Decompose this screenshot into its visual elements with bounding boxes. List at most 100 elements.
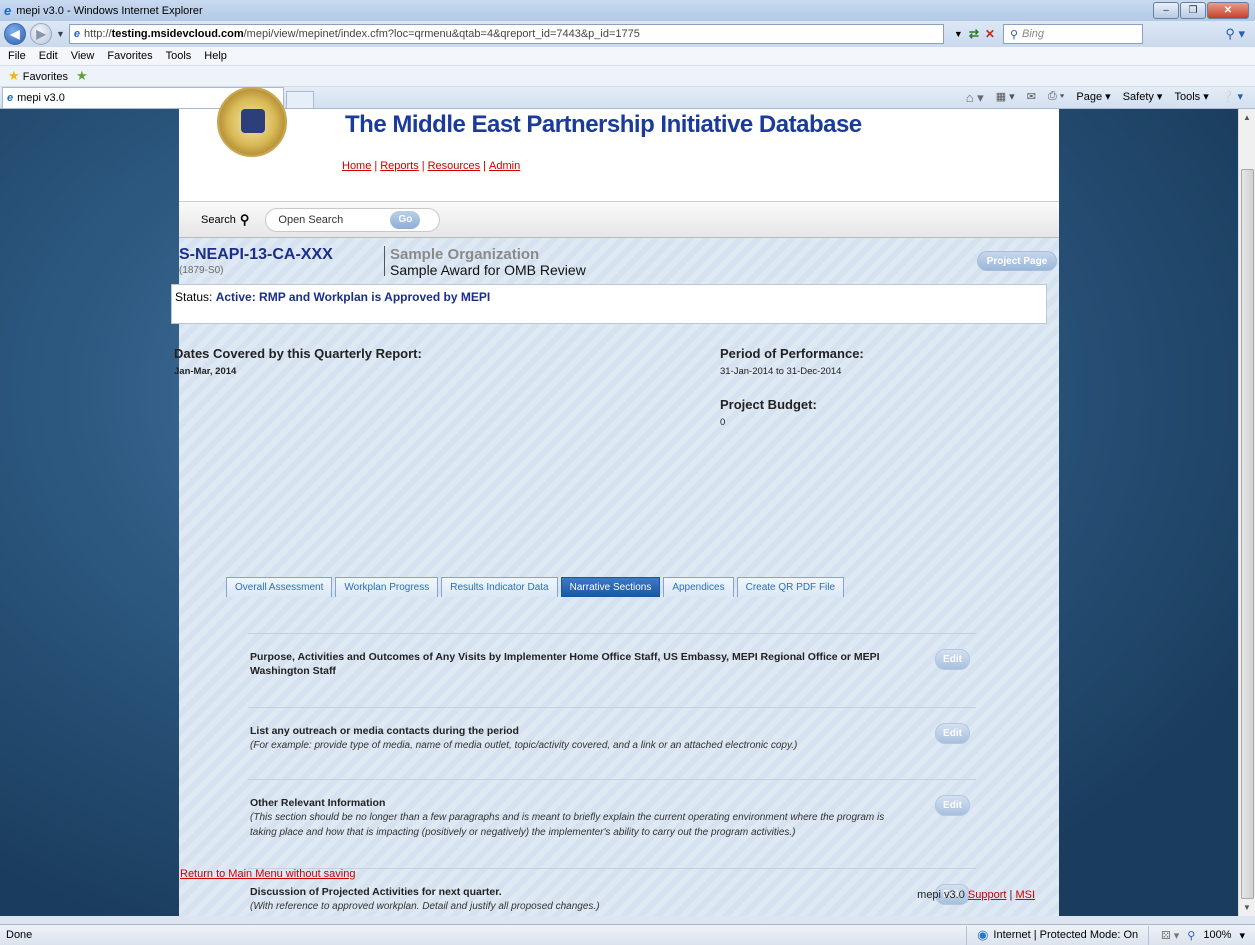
tab-results-indicator-data[interactable]: Results Indicator Data bbox=[441, 577, 558, 597]
close-button[interactable]: ✕ bbox=[1207, 2, 1249, 19]
scroll-up-icon[interactable]: ▲ bbox=[1243, 113, 1251, 122]
dates-covered-label: Dates Covered by this Quarterly Report: bbox=[174, 346, 422, 361]
new-tab-button[interactable] bbox=[286, 91, 314, 108]
nav-home[interactable]: Home bbox=[342, 160, 371, 172]
maximize-button[interactable]: ❐ bbox=[1180, 2, 1206, 19]
security-zone[interactable]: ◉ Internet | Protected Mode: On bbox=[966, 925, 1148, 945]
tab-workplan-progress[interactable]: Workplan Progress bbox=[335, 577, 439, 597]
site-header: The Middle East Partnership Initiative D… bbox=[179, 87, 1059, 201]
page-viewport: The Middle East Partnership Initiative D… bbox=[0, 87, 1255, 916]
tab-appendices[interactable]: Appendices bbox=[663, 577, 734, 597]
zoom-control[interactable]: ⚄ ▾ ⚲ 100% ▾ bbox=[1148, 925, 1255, 945]
award-divider bbox=[384, 246, 385, 276]
forward-button[interactable]: ▶ bbox=[30, 23, 52, 45]
menu-file[interactable]: File bbox=[8, 50, 26, 62]
section-projected-activities: Discussion of Projected Activities for n… bbox=[248, 868, 976, 928]
page-icon: e bbox=[73, 28, 81, 40]
browser-statusbar: Done ◉ Internet | Protected Mode: On ⚄ ▾… bbox=[0, 924, 1255, 945]
refresh-icon[interactable]: ⇄ bbox=[969, 27, 979, 41]
award-id: S-NEAPI-13-CA-XXX bbox=[179, 246, 333, 263]
status-text: Done bbox=[6, 929, 33, 941]
section-title: Discussion of Projected Activities for n… bbox=[250, 886, 502, 898]
tab-overall-assessment[interactable]: Overall Assessment bbox=[226, 577, 333, 597]
minimize-button[interactable]: – bbox=[1153, 2, 1179, 19]
protected-mode-icon: ⚄ ▾ bbox=[1161, 929, 1180, 942]
zoom-dropdown-icon[interactable]: ▾ bbox=[1239, 929, 1245, 942]
go-button[interactable]: Go bbox=[390, 210, 421, 229]
award-header: S-NEAPI-13-CA-XXX (1879-S0) Sample Organ… bbox=[179, 238, 1059, 280]
report-details: Dates Covered by this Quarterly Report: … bbox=[174, 324, 1059, 434]
project-page-button[interactable]: Project Page bbox=[977, 251, 1057, 271]
address-tools: ▼ ⇄ ✕ bbox=[954, 27, 995, 41]
address-row: ◀ ▶ ▼ e http://testing.msidevcloud.com/m… bbox=[0, 21, 1255, 47]
status-value: Active: RMP and Workplan is Approved by … bbox=[215, 290, 491, 304]
back-button[interactable]: ◀ bbox=[4, 23, 26, 45]
zone-text: Internet | Protected Mode: On bbox=[993, 929, 1139, 941]
edit-button[interactable]: Edit bbox=[935, 795, 970, 816]
favorites-bar: ★ Favorites ★ bbox=[0, 66, 1255, 87]
menu-tools[interactable]: Tools bbox=[166, 50, 192, 62]
print-icon[interactable]: ⎙ ▾ bbox=[1048, 90, 1064, 106]
add-favorite-icon[interactable]: ★ bbox=[76, 68, 88, 84]
dates-covered-value: Jan-Mar, 2014 bbox=[174, 366, 237, 377]
history-dropdown-icon[interactable]: ▼ bbox=[56, 29, 65, 39]
menu-view[interactable]: View bbox=[71, 50, 95, 62]
address-bar[interactable]: e http://testing.msidevcloud.com/mepi/vi… bbox=[68, 24, 944, 44]
award-sub-id: (1879-S0) bbox=[179, 265, 224, 276]
page-menu[interactable]: Page ▾ bbox=[1076, 90, 1110, 106]
footer-separator: | bbox=[1009, 889, 1013, 901]
help-icon[interactable]: ❔ ▾ bbox=[1221, 90, 1243, 106]
window-controls: – ❐ ✕ bbox=[1153, 2, 1255, 19]
section-other-info: Other Relevant Information (This section… bbox=[248, 779, 976, 868]
menu-help[interactable]: Help bbox=[204, 50, 227, 62]
edit-button[interactable]: Edit bbox=[935, 649, 970, 670]
footer-version: mepi v3.0 bbox=[917, 889, 965, 901]
favorites-button[interactable]: ★ Favorites bbox=[8, 68, 68, 84]
narrative-sections: Purpose, Activities and Outcomes of Any … bbox=[248, 619, 976, 928]
open-search-placeholder: Open Search bbox=[278, 213, 344, 226]
vertical-scrollbar[interactable]: ▲ ▼ bbox=[1238, 109, 1255, 916]
return-to-main-menu-link[interactable]: Return to Main Menu without saving bbox=[180, 868, 355, 880]
tab-title: mepi v3.0 bbox=[17, 92, 65, 104]
msi-link[interactable]: MSI bbox=[1015, 889, 1035, 901]
status-label: Status: bbox=[175, 290, 213, 304]
period-value: 31-Jan-2014 to 31-Dec-2014 bbox=[720, 366, 842, 377]
mail-icon[interactable]: ✉ bbox=[1027, 90, 1036, 106]
ie-logo-icon: e bbox=[4, 3, 12, 18]
award-name: Sample Award for OMB Review bbox=[390, 262, 586, 278]
address-dropdown-icon[interactable]: ▼ bbox=[954, 29, 963, 39]
feeds-icon[interactable]: ▦ ▾ bbox=[996, 90, 1015, 106]
favorites-star-icon: ★ bbox=[8, 68, 20, 83]
edit-button[interactable]: Edit bbox=[935, 723, 970, 744]
period-label: Period of Performance: bbox=[720, 346, 864, 361]
tab-create-qr-pdf[interactable]: Create QR PDF File bbox=[736, 577, 845, 597]
section-description: (For example: provide type of media, nam… bbox=[250, 740, 798, 751]
home-icon[interactable]: ⌂ ▾ bbox=[966, 90, 984, 106]
search-icon: ⚲ bbox=[239, 211, 250, 227]
nav-admin[interactable]: Admin bbox=[489, 160, 520, 172]
search-go-icon[interactable]: ⚲ ▾ bbox=[1225, 26, 1251, 42]
nav-resources[interactable]: Resources bbox=[428, 160, 481, 172]
site-title: The Middle East Partnership Initiative D… bbox=[345, 111, 862, 138]
search-bar: Search ⚲ Open Search Go bbox=[179, 201, 1059, 238]
tools-menu[interactable]: Tools ▾ bbox=[1174, 90, 1208, 106]
menu-favorites[interactable]: Favorites bbox=[107, 50, 152, 62]
globe-icon: ◉ bbox=[977, 927, 989, 942]
nav-reports[interactable]: Reports bbox=[380, 160, 419, 172]
scroll-down-icon[interactable]: ▼ bbox=[1243, 903, 1251, 912]
stop-icon[interactable]: ✕ bbox=[985, 27, 995, 41]
status-box: Status: Active: RMP and Workplan is Appr… bbox=[171, 284, 1047, 324]
section-visits: Purpose, Activities and Outcomes of Any … bbox=[248, 633, 976, 707]
tab-narrative-sections[interactable]: Narrative Sections bbox=[560, 577, 661, 597]
search-engine-box[interactable]: ⚲ Bing bbox=[1002, 24, 1143, 44]
menu-edit[interactable]: Edit bbox=[39, 50, 58, 62]
search-engine-icon: ⚲ bbox=[1009, 28, 1019, 41]
section-title: Other Relevant Information bbox=[250, 797, 386, 809]
url-prefix: http:// bbox=[84, 28, 112, 40]
search-label-text: Search bbox=[201, 213, 236, 226]
section-title: Purpose, Activities and Outcomes of Any … bbox=[250, 651, 880, 677]
scroll-thumb[interactable] bbox=[1241, 169, 1254, 899]
safety-menu[interactable]: Safety ▾ bbox=[1123, 90, 1163, 106]
tab-bar: e mepi v3.0 ⌂ ▾ ▦ ▾ ✉ ⎙ ▾ Page ▾ Safety … bbox=[0, 87, 1255, 109]
support-link[interactable]: Support bbox=[968, 889, 1007, 901]
